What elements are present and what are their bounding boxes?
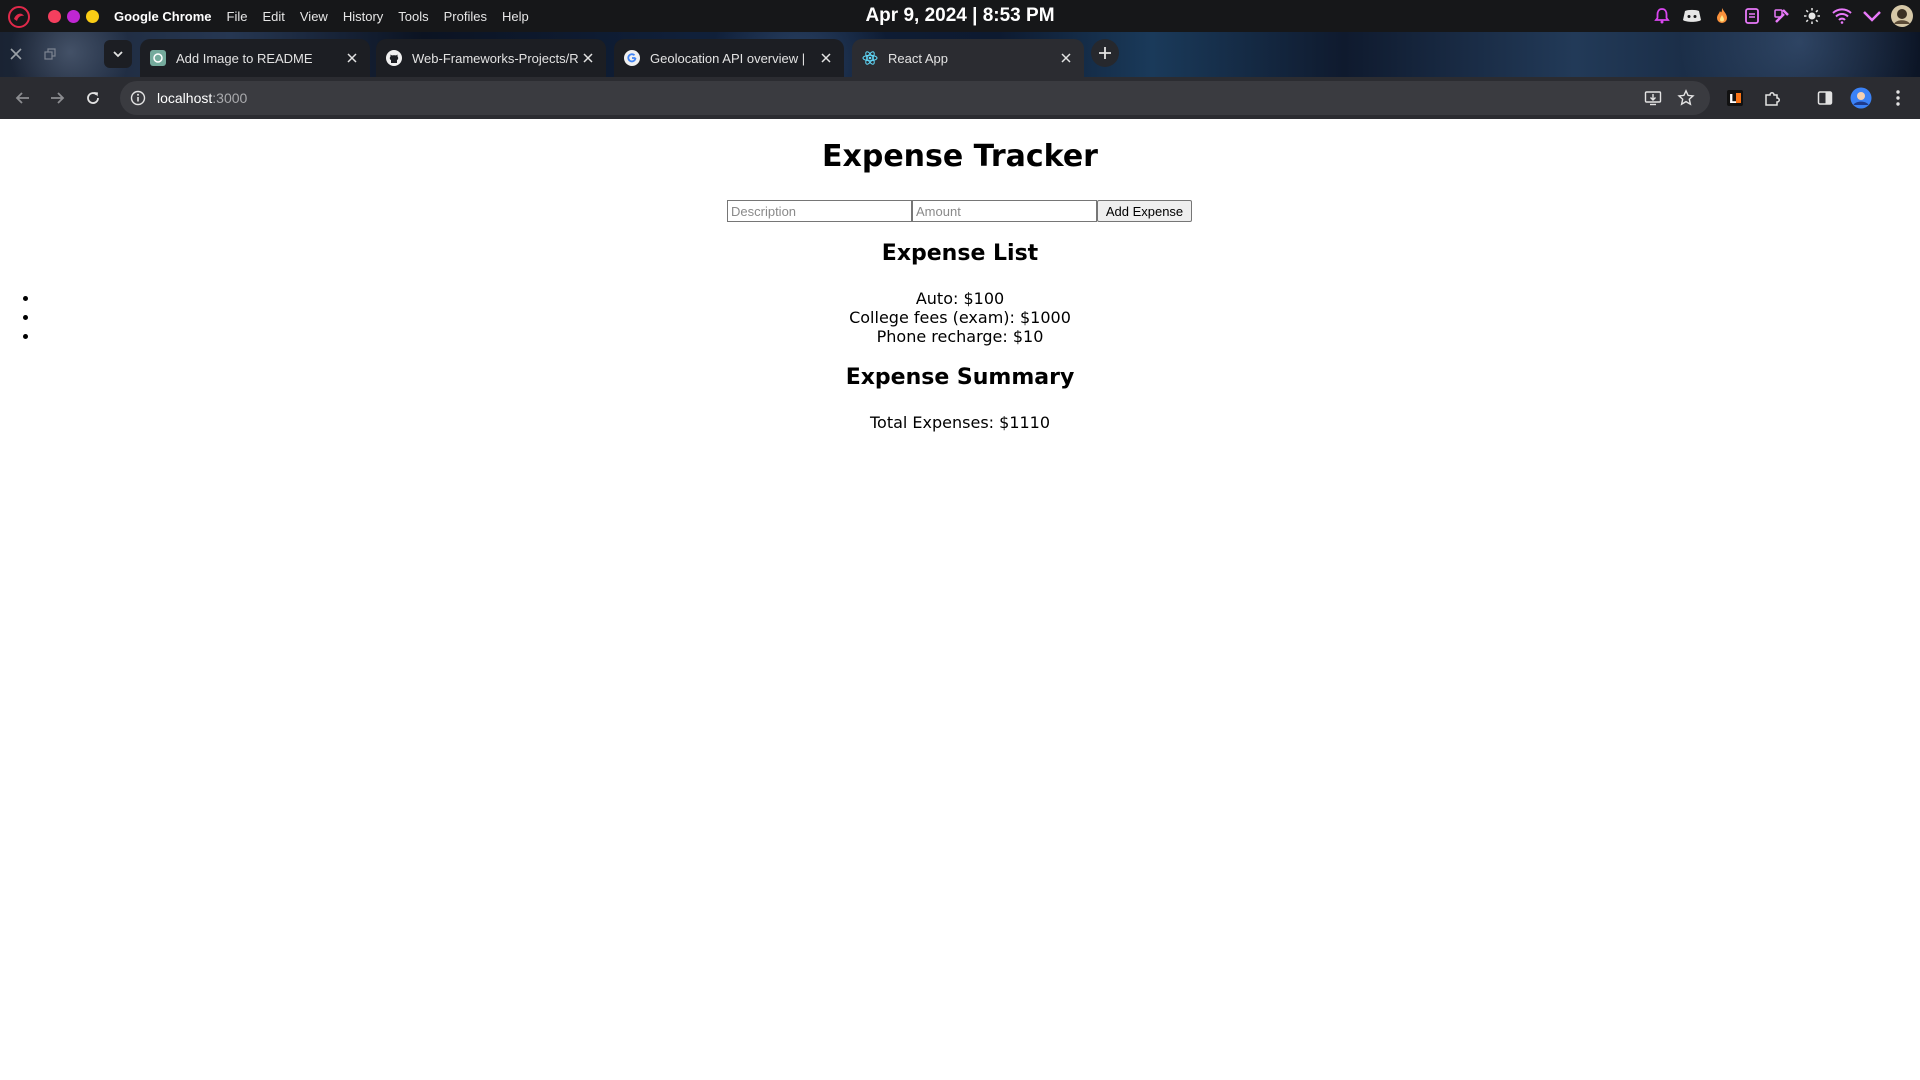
color-picker-icon[interactable] (1770, 4, 1794, 28)
expense-summary-heading: Expense Summary (845, 365, 1075, 390)
arrow-left-icon (15, 92, 29, 104)
install-app-icon[interactable] (1643, 88, 1663, 108)
expense-form: Add Expense (727, 200, 1192, 222)
bookmark-star-icon[interactable] (1676, 88, 1696, 108)
restore-window-icon[interactable] (36, 40, 64, 68)
tab-search-icon[interactable] (104, 40, 132, 68)
browser-tab-strip: Add Image to README Web-Frameworks-Proje… (0, 32, 1920, 77)
list-item: Auto: $100 (40, 289, 1880, 308)
tab-react-app[interactable]: React App (852, 39, 1084, 77)
react-icon (862, 50, 878, 66)
user-avatar-icon[interactable] (1890, 4, 1914, 28)
list-item: Phone recharge: $10 (40, 327, 1880, 346)
total-expenses-text: Total Expenses: $1110 (869, 413, 1051, 432)
chevron-down-icon[interactable] (1860, 4, 1884, 28)
close-tab-icon[interactable] (1056, 48, 1076, 68)
forward-button[interactable] (42, 83, 72, 113)
extension-l-icon[interactable]: L (1724, 87, 1746, 109)
tab-title: Web-Frameworks-Projects/R (412, 50, 578, 66)
tab-title: React App (888, 50, 948, 66)
close-window-icon[interactable] (2, 40, 30, 68)
system-tray (1644, 4, 1914, 28)
add-expense-button[interactable]: Add Expense (1097, 200, 1192, 222)
reload-button[interactable] (78, 83, 108, 113)
window-close-dot[interactable] (48, 10, 61, 23)
page-title: Expense Tracker (822, 139, 1098, 174)
os-logo-icon[interactable] (8, 6, 30, 28)
expense-list-heading: Expense List (881, 241, 1039, 266)
page-viewport: Expense Tracker Add Expense Expense List… (0, 119, 1920, 1080)
notes-app-icon[interactable] (1740, 4, 1764, 28)
url-host: localhost (157, 90, 213, 106)
tab-geolocation-api[interactable]: Geolocation API overview | (614, 39, 844, 77)
site-info-icon[interactable] (128, 88, 148, 108)
extensions-puzzle-icon[interactable] (1761, 87, 1783, 109)
chatgpt-icon (150, 50, 166, 66)
description-input[interactable] (727, 200, 912, 222)
address-bar[interactable]: localhost:3000 (120, 81, 1710, 115)
profile-avatar[interactable] (1850, 87, 1872, 109)
menu-edit[interactable]: Edit (262, 9, 284, 24)
expense-list: Auto: $100 College fees (exam): $1000 Ph… (40, 289, 1880, 346)
notification-bell-icon[interactable] (1650, 4, 1674, 28)
browser-toolbar: localhost:3000 L (0, 77, 1920, 119)
close-tab-icon[interactable] (578, 48, 598, 68)
url-port: :3000 (212, 90, 248, 106)
tab-add-image-readme[interactable]: Add Image to README (140, 39, 370, 77)
new-tab-button[interactable] (1091, 39, 1119, 67)
wifi-icon[interactable] (1830, 4, 1854, 28)
flame-app-icon[interactable] (1710, 4, 1734, 28)
more-menu-icon[interactable] (1887, 87, 1909, 109)
menu-view[interactable]: View (300, 9, 328, 24)
menu-history[interactable]: History (343, 9, 383, 24)
plus-icon (1099, 47, 1111, 59)
menu-app-name[interactable]: Google Chrome (114, 9, 212, 24)
google-icon (624, 50, 640, 66)
amount-input[interactable] (912, 200, 1097, 222)
menu-help[interactable]: Help (502, 9, 529, 24)
arrow-right-icon (51, 92, 65, 104)
svg-text:L: L (1729, 92, 1737, 106)
brightness-icon[interactable] (1800, 4, 1824, 28)
menu-tools[interactable]: Tools (398, 9, 428, 24)
list-item: College fees (exam): $1000 (40, 308, 1880, 327)
tab-title: Geolocation API overview | (650, 50, 806, 66)
close-tab-icon[interactable] (816, 48, 836, 68)
menu-file[interactable]: File (227, 9, 248, 24)
menu-profiles[interactable]: Profiles (444, 9, 487, 24)
discord-icon[interactable] (1680, 4, 1704, 28)
url-text[interactable]: localhost:3000 (157, 81, 247, 115)
side-panel-icon[interactable] (1814, 87, 1836, 109)
window-minimize-dot[interactable] (67, 10, 80, 23)
github-icon (386, 50, 402, 66)
tab-title: Add Image to README (176, 50, 313, 66)
close-tab-icon[interactable] (342, 48, 362, 68)
reload-icon (87, 92, 99, 104)
tab-web-frameworks-projects[interactable]: Web-Frameworks-Projects/R (376, 39, 606, 77)
app-menu-bar: Google Chrome File Edit View History Too… (114, 0, 544, 32)
window-maximize-dot[interactable] (86, 10, 99, 23)
system-top-bar: Google Chrome File Edit View History Too… (0, 0, 1920, 32)
back-button[interactable] (8, 83, 38, 113)
